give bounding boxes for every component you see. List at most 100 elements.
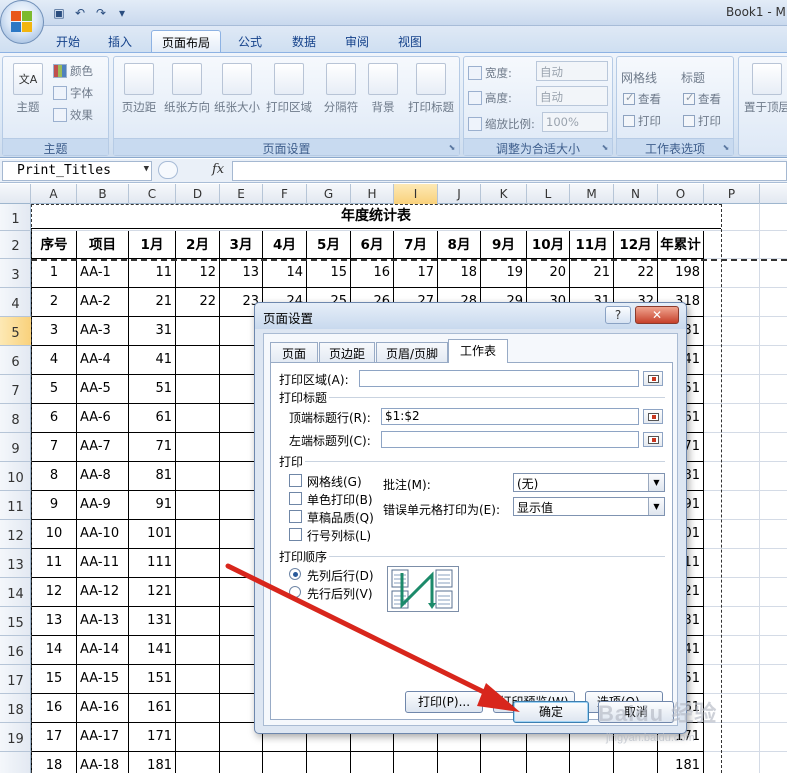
table-cell[interactable]: 14: [263, 259, 307, 288]
table-cell[interactable]: 71: [129, 433, 176, 462]
table-header-cell[interactable]: 4月: [263, 231, 307, 259]
table-cell[interactable]: [176, 723, 220, 752]
table-cell[interactable]: [176, 578, 220, 607]
row-header[interactable]: 18: [0, 694, 31, 723]
table-cell[interactable]: 19: [481, 259, 527, 288]
sheet-title-cell[interactable]: 年度统计表: [31, 204, 721, 229]
headings-view-checkbox[interactable]: [683, 91, 695, 105]
table-cell[interactable]: 31: [129, 317, 176, 346]
collapse-dialog-icon[interactable]: [643, 432, 663, 447]
draft-quality-checkbox[interactable]: [289, 510, 302, 523]
save-icon[interactable]: ▣: [50, 4, 68, 22]
table-cell[interactable]: 198: [658, 259, 704, 288]
column-header[interactable]: M: [570, 184, 614, 204]
row-header[interactable]: 9: [0, 433, 31, 462]
table-header-cell[interactable]: 年累计: [658, 231, 704, 259]
breaks-button[interactable]: 分隔符: [318, 61, 364, 136]
row-header[interactable]: 3: [0, 259, 31, 288]
table-cell[interactable]: [176, 520, 220, 549]
table-cell[interactable]: AA-11: [77, 549, 129, 578]
table-cell[interactable]: 5: [31, 375, 77, 404]
theme-effects-button[interactable]: 效果: [53, 105, 93, 125]
table-cell[interactable]: 111: [129, 549, 176, 578]
table-header-cell[interactable]: 8月: [438, 231, 481, 259]
row-header[interactable]: 11: [0, 491, 31, 520]
column-header[interactable]: P: [704, 184, 760, 204]
table-cell[interactable]: [176, 462, 220, 491]
tab-insert[interactable]: 插入: [96, 30, 144, 52]
row-header[interactable]: 13: [0, 549, 31, 578]
select-all-corner[interactable]: [0, 184, 31, 204]
table-cell[interactable]: 181: [658, 752, 704, 773]
table-cell[interactable]: [176, 665, 220, 694]
table-header-cell[interactable]: 7月: [394, 231, 438, 259]
size-button[interactable]: 纸张大小: [214, 61, 260, 136]
table-cell[interactable]: [176, 607, 220, 636]
table-cell[interactable]: [176, 317, 220, 346]
column-header[interactable]: F: [263, 184, 307, 204]
height-combo[interactable]: 自动: [536, 86, 608, 106]
tab-review[interactable]: 审阅: [333, 30, 381, 52]
bring-forward-button[interactable]: 置于顶层: [741, 61, 787, 136]
table-cell[interactable]: 20: [527, 259, 570, 288]
row-header[interactable]: 10: [0, 462, 31, 491]
table-cell[interactable]: AA-7: [77, 433, 129, 462]
table-cell[interactable]: [614, 752, 658, 773]
dialog-tab-margins[interactable]: 页边距: [319, 342, 375, 362]
row-header[interactable]: 17: [0, 665, 31, 694]
down-then-over-radio[interactable]: [289, 568, 301, 580]
black-white-checkbox[interactable]: [289, 492, 302, 505]
help-icon[interactable]: ?: [605, 306, 631, 324]
table-cell[interactable]: AA-16: [77, 694, 129, 723]
headings-print-checkbox[interactable]: [683, 115, 695, 127]
table-cell[interactable]: 10: [31, 520, 77, 549]
column-header[interactable]: H: [351, 184, 394, 204]
tab-home[interactable]: 开始: [44, 30, 92, 52]
table-cell[interactable]: 17: [394, 259, 438, 288]
table-cell[interactable]: [176, 404, 220, 433]
collapse-dialog-icon[interactable]: [643, 371, 663, 386]
column-header[interactable]: E: [220, 184, 263, 204]
table-cell[interactable]: 161: [129, 694, 176, 723]
tab-formulas[interactable]: 公式: [226, 30, 274, 52]
table-cell[interactable]: 171: [129, 723, 176, 752]
gridlines-checkbox[interactable]: [289, 474, 302, 487]
table-cell[interactable]: [176, 549, 220, 578]
tab-view[interactable]: 视图: [386, 30, 434, 52]
table-header-cell[interactable]: 10月: [527, 231, 570, 259]
table-cell[interactable]: 2: [31, 288, 77, 317]
table-cell[interactable]: AA-1: [77, 259, 129, 288]
table-cell[interactable]: [481, 752, 527, 773]
gridlines-view-toggle[interactable]: 查看: [623, 89, 661, 109]
table-cell[interactable]: [176, 694, 220, 723]
row-header[interactable]: 6: [0, 346, 31, 375]
expand-icon[interactable]: [158, 161, 178, 179]
table-cell[interactable]: AA-17: [77, 723, 129, 752]
tab-data[interactable]: 数据: [280, 30, 328, 52]
comments-select[interactable]: (无) ▼: [513, 473, 665, 492]
table-cell[interactable]: 91: [129, 491, 176, 520]
table-cell[interactable]: AA-9: [77, 491, 129, 520]
table-cell[interactable]: AA-18: [77, 752, 129, 773]
row-header[interactable]: 5: [0, 317, 31, 346]
background-button[interactable]: 背景: [360, 61, 406, 136]
table-header-cell[interactable]: 1月: [129, 231, 176, 259]
customize-icon[interactable]: ▾: [113, 4, 131, 22]
undo-icon[interactable]: ↶: [71, 4, 89, 22]
table-cell[interactable]: 181: [129, 752, 176, 773]
table-cell[interactable]: 16: [351, 259, 394, 288]
print-titles-button[interactable]: 打印标题: [406, 61, 456, 136]
column-header[interactable]: K: [481, 184, 527, 204]
table-cell[interactable]: 41: [129, 346, 176, 375]
table-header-cell[interactable]: 12月: [614, 231, 658, 259]
table-cell[interactable]: AA-15: [77, 665, 129, 694]
table-header-cell[interactable]: 项目: [77, 231, 129, 259]
table-cell[interactable]: 22: [176, 288, 220, 317]
office-button[interactable]: [0, 0, 44, 44]
width-combo[interactable]: 自动: [536, 61, 608, 81]
table-cell[interactable]: 101: [129, 520, 176, 549]
cell-errors-select[interactable]: 显示值 ▼: [513, 497, 665, 516]
table-header-cell[interactable]: 2月: [176, 231, 220, 259]
headings-print-toggle[interactable]: 打印: [683, 111, 721, 131]
table-cell[interactable]: 21: [570, 259, 614, 288]
